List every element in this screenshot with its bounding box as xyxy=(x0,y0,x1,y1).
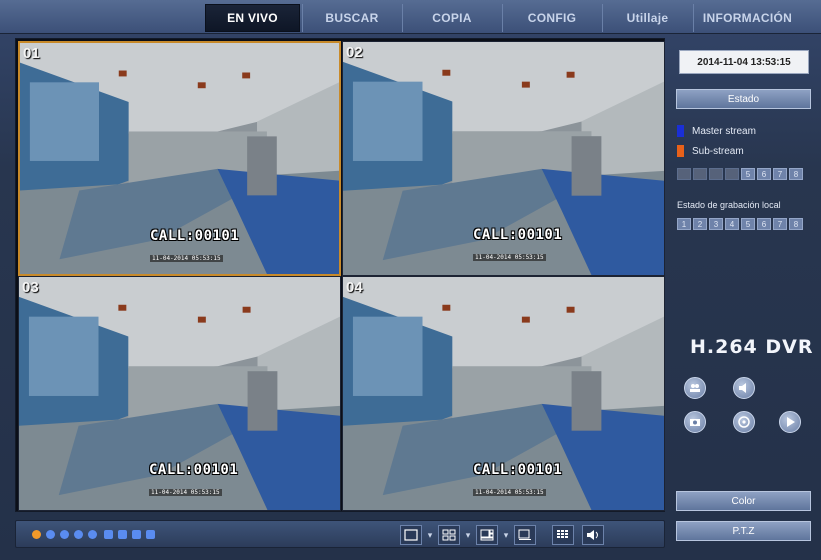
layout-16-button[interactable] xyxy=(552,525,574,545)
master-stream-label: Master stream xyxy=(692,125,756,137)
camera-view-2[interactable]: 02 CALL:00101 11-04-2014 05:53:15 xyxy=(342,41,665,276)
layout-8-icon xyxy=(480,529,494,541)
video-grid: 01 CALL:00101 11-04-2014 05:53:15 02 CAL… xyxy=(15,38,665,512)
brand-label: H.264 DVR xyxy=(690,336,814,358)
camera-timestamp: 11-04-2014 05:53:15 xyxy=(473,489,546,496)
layout-4-icon xyxy=(442,529,456,541)
record-control-button[interactable] xyxy=(684,377,706,399)
tab-informacion[interactable]: INFORMACIÓN xyxy=(693,4,801,32)
tab-utillaje[interactable]: Utillaje xyxy=(602,4,692,32)
stream-channel-row: 5 6 7 8 xyxy=(677,168,803,180)
dvr-app: EN VIVO BUSCAR COPIA CONFIG Utillaje INF… xyxy=(0,0,821,560)
recording-channel: 5 xyxy=(741,218,755,230)
layout-1-icon xyxy=(404,529,418,541)
user-icon[interactable] xyxy=(146,530,155,539)
tab-copia[interactable]: COPIA xyxy=(402,4,501,32)
legend-master-stream: Master stream xyxy=(677,125,756,137)
camera-number: 03 xyxy=(22,279,39,296)
recording-channel: 3 xyxy=(709,218,723,230)
camera-icon xyxy=(690,419,700,426)
layout-8-button[interactable] xyxy=(476,525,498,545)
recording-channel: 7 xyxy=(773,218,787,230)
layout-4-button[interactable] xyxy=(438,525,460,545)
camera-timestamp: 11-04-2014 05:53:15 xyxy=(473,254,546,261)
ptz-icon xyxy=(738,416,750,428)
dropdown-arrow-icon[interactable]: ▾ xyxy=(424,525,436,545)
dropdown-arrow-icon[interactable]: ▾ xyxy=(462,525,474,545)
stream-channel xyxy=(725,168,739,180)
recording-channel: 4 xyxy=(725,218,739,230)
estado-button[interactable]: Estado xyxy=(676,89,811,109)
stream-channel: 7 xyxy=(773,168,787,180)
layout-9-icon xyxy=(518,529,531,540)
datetime-display: 2014-11-04 13:53:15 xyxy=(679,50,809,74)
snapshot-button[interactable] xyxy=(684,411,706,433)
bottom-toolbar: ▾ ▾ ▾ xyxy=(15,520,665,548)
recording-channel: 1 xyxy=(677,218,691,230)
camera-view-3[interactable]: 03 CALL:00101 11-04-2014 05:53:15 xyxy=(18,276,341,511)
tab-en-vivo[interactable]: EN VIVO xyxy=(205,4,300,32)
power-icon[interactable] xyxy=(32,530,41,539)
stream-channel: 6 xyxy=(757,168,771,180)
recording-channel: 6 xyxy=(757,218,771,230)
camera-timestamp: 11-04-2014 05:53:15 xyxy=(149,489,222,496)
tab-config[interactable]: CONFIG xyxy=(502,4,601,32)
audio-button[interactable] xyxy=(733,377,755,399)
camera-overlay-text: CALL:00101 xyxy=(150,228,240,244)
speaker-icon xyxy=(739,383,746,393)
stream-channel xyxy=(709,168,723,180)
user-icon[interactable] xyxy=(118,530,127,539)
camera-overlay-text: CALL:00101 xyxy=(473,227,563,243)
playback-button[interactable] xyxy=(779,411,801,433)
camera-number: 02 xyxy=(346,44,363,61)
stream-channel xyxy=(693,168,707,180)
record-icon[interactable] xyxy=(74,530,83,539)
user-icon[interactable] xyxy=(132,530,141,539)
recording-channel-row: 1 2 3 4 5 6 7 8 xyxy=(677,218,803,230)
record-icon[interactable] xyxy=(60,530,69,539)
tab-buscar[interactable]: BUSCAR xyxy=(302,4,401,32)
ptz-control-button[interactable] xyxy=(733,411,755,433)
camera-overlay-text: CALL:00101 xyxy=(149,462,239,478)
master-stream-swatch xyxy=(677,125,684,137)
layout-1-button[interactable] xyxy=(400,525,422,545)
legend-sub-stream: Sub-stream xyxy=(677,145,744,157)
camera-number: 04 xyxy=(346,279,363,296)
dropdown-arrow-icon[interactable]: ▾ xyxy=(500,525,512,545)
stream-channel: 8 xyxy=(789,168,803,180)
volume-button[interactable] xyxy=(582,525,604,545)
record-icon[interactable] xyxy=(88,530,97,539)
camera-timestamp: 11-04-2014 05:53:15 xyxy=(150,255,223,262)
camera-view-4[interactable]: 04 CALL:00101 11-04-2014 05:53:15 xyxy=(342,276,665,511)
stream-channel xyxy=(677,168,691,180)
play-icon xyxy=(787,417,795,427)
record-icon[interactable] xyxy=(46,530,55,539)
user-icon[interactable] xyxy=(104,530,113,539)
camera-number: 01 xyxy=(23,45,40,62)
layout-9-button[interactable] xyxy=(514,525,536,545)
color-button[interactable]: Color xyxy=(676,491,811,511)
volume-icon xyxy=(587,530,598,540)
layout-16-icon xyxy=(557,530,568,538)
camera-view-1[interactable]: 01 CALL:00101 11-04-2014 05:53:15 xyxy=(18,41,341,276)
people-icon xyxy=(690,384,700,392)
top-nav-bar: EN VIVO BUSCAR COPIA CONFIG Utillaje INF… xyxy=(0,0,821,34)
recording-channel: 8 xyxy=(789,218,803,230)
camera-overlay-text: CALL:00101 xyxy=(473,462,563,478)
ptz-button[interactable]: P.T.Z xyxy=(676,521,811,541)
sub-stream-label: Sub-stream xyxy=(692,145,744,157)
stream-channel: 5 xyxy=(741,168,755,180)
sub-stream-swatch xyxy=(677,145,684,157)
local-recording-label: Estado de grabación local xyxy=(677,200,781,210)
recording-channel: 2 xyxy=(693,218,707,230)
